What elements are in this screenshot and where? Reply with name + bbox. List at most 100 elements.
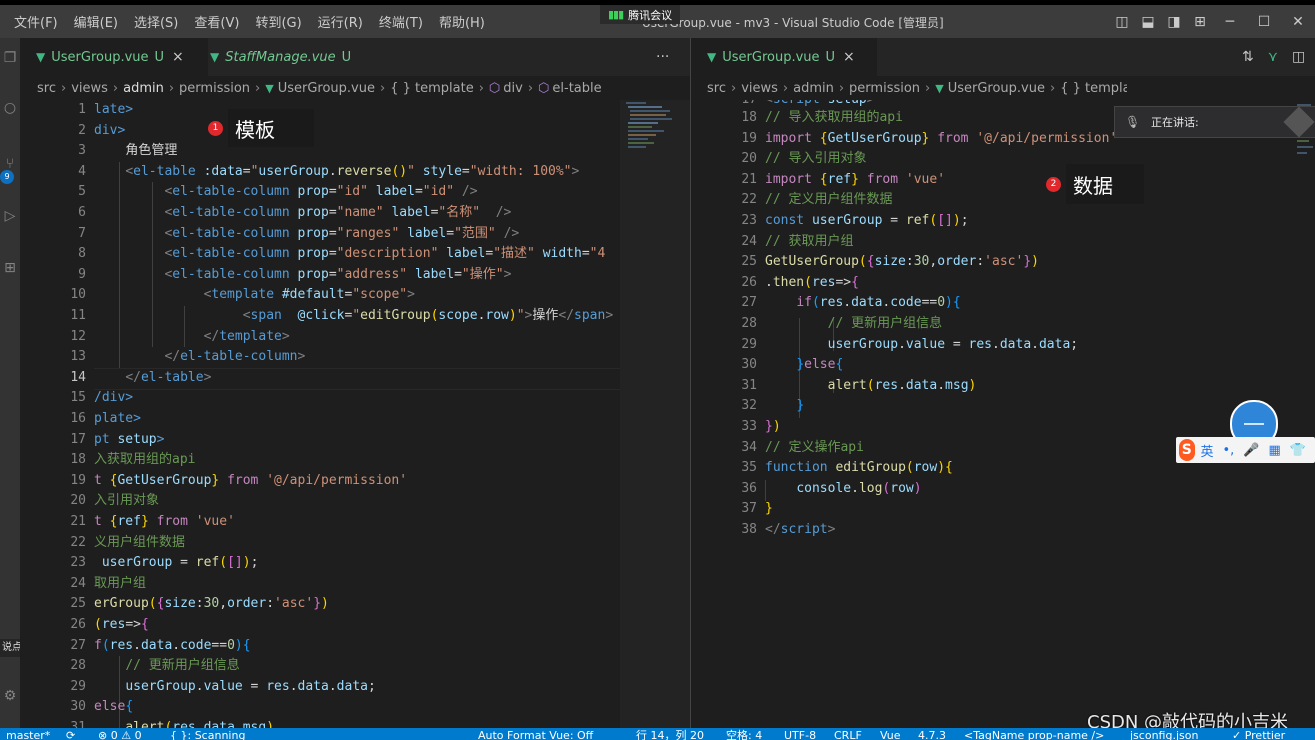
language-status[interactable]: { }: Scanning [170,730,245,740]
breadcrumb-item[interactable]: UserGroup.vue [948,81,1045,96]
breadcrumb-item[interactable]: src [37,81,56,96]
breadcrumb-item[interactable]: permission [849,81,920,96]
eol-status[interactable]: CRLF [834,730,862,740]
left-code-editor[interactable]: 1 late> 2 div> 3 角色管理 4 <el-table :data="u… [20,100,620,728]
vue-file-icon: ▼ [935,81,944,95]
breadcrumb-item[interactable]: admin [123,81,164,96]
element-icon: ⬡ [488,80,501,96]
close-tab-icon[interactable]: × [843,49,855,65]
indentation-status[interactable]: 空格: 4 [726,730,762,740]
compare-changes-icon[interactable]: ⇅ [1242,49,1254,65]
jsconfig-status[interactable]: jsconfig.json [1130,730,1198,740]
breadcrumb-item[interactable]: src [707,81,726,96]
explorer-icon[interactable]: ❐ [0,50,20,66]
toggle-secondary-sidebar-icon[interactable]: ◨ [1161,14,1187,30]
settings-gear-icon[interactable]: ⚙ [0,688,20,704]
tab-staffmanage[interactable]: ▼ StaffManage.vue U [192,38,390,76]
annotation-number: 1 [208,120,223,136]
vue-devtools-icon[interactable]: ⋎ [1268,49,1278,65]
menu-terminal[interactable]: 终端(T) [371,12,431,31]
language-mode[interactable]: Vue [880,730,901,740]
left-minimap[interactable] [624,100,680,160]
ime-keyboard-icon[interactable]: ▦ [1269,443,1281,458]
breadcrumb-item[interactable]: views [71,81,108,96]
breadcrumb-item[interactable]: views [741,81,778,96]
close-tab-icon[interactable]: × [172,49,184,65]
breadcrumb-item[interactable]: admin [793,81,834,96]
git-branch[interactable]: master* [6,730,50,740]
menu-help[interactable]: 帮助(H) [431,12,493,31]
right-editor-actions: ⇅ ⋎ ◫ [1242,38,1305,76]
more-actions-icon[interactable]: ··· [656,49,669,65]
left-breadcrumb: src › views › admin › permission › ▼ UserGrou… [20,76,637,100]
left-editor-actions: ··· [656,38,669,76]
annotation-label: 模板 [235,117,275,142]
encoding-status[interactable]: UTF-8 [784,730,816,740]
ime-language-toggle[interactable]: 英 [1201,441,1214,460]
signal-icon: ▮▮▮ [608,8,624,21]
window-title: UserGroup.vue - mv3 - Visual Studio Code… [642,16,944,30]
annotation-number: 2 [1046,176,1061,192]
sync-icon[interactable]: ⟳ [66,730,75,740]
vue-file-icon: ▼ [265,81,274,95]
ime-punctuation-toggle[interactable]: •, [1223,443,1235,458]
ime-toolbar[interactable]: S 英 •, 🎤 ▦ 👕 [1176,437,1315,463]
left-scrollbar-track[interactable] [620,100,690,728]
breadcrumb-item[interactable]: UserGroup.vue [278,81,375,96]
menu-run[interactable]: 运行(R) [310,12,371,31]
meeting-indicator[interactable]: ▮▮▮ 腾讯会议 [600,5,681,24]
title-bar: 文件(F) 编辑(E) 选择(S) 查看(V) 转到(G) 运行(R) 终端(T… [0,5,1315,38]
element-icon: ⬡ [538,80,550,96]
toggle-panel-icon[interactable]: ⬓ [1135,14,1161,30]
auto-format-status[interactable]: Auto Format Vue: Off [478,730,593,740]
voice-speaking-widget[interactable]: 🎙 正在讲话: [1114,106,1315,138]
source-control-badge: 9 [0,170,14,184]
prettier-status[interactable]: ✓ Prettier [1232,730,1285,740]
right-breadcrumb: src › views › admin › permission › ▼ UserGrou… [691,76,1127,100]
left-tab-bar: ▼ UserGroup.vue U × ▼ StaffManage.vue U [20,38,690,76]
window-controls: ◫ ⬓ ◨ ⊞ ─ ☐ ✕ [1109,5,1315,38]
speaking-label: 正在讲话: [1151,116,1199,129]
menu-go[interactable]: 转到(G) [247,12,309,31]
volar-version[interactable]: 4.7.3 [918,730,946,740]
microphone-icon: 🎙 [1125,115,1141,129]
toggle-sidebar-icon[interactable]: ◫ [1109,14,1135,30]
customize-layout-icon[interactable]: ⊞ [1187,14,1213,30]
annotation-data: 2 数据 [1046,164,1144,204]
widget-decoration [1283,106,1315,138]
search-icon[interactable]: ○ [0,100,20,116]
activity-bar: ❐ ○ ⑂ 9 ▷ ⊞ ⚙ [0,38,20,728]
vue-file-icon: ▼ [707,50,717,64]
menu-bar: 文件(F) 编辑(E) 选择(S) 查看(V) 转到(G) 运行(R) 终端(T… [6,5,493,38]
breadcrumb-item[interactable]: el-table [552,81,601,96]
source-control-icon[interactable]: ⑂ [0,156,20,172]
menu-edit[interactable]: 编辑(E) [66,12,126,31]
vue-file-icon: ▼ [210,50,220,64]
ime-skin-icon[interactable]: 👕 [1290,443,1306,458]
tag-name-casing[interactable]: <TagName prop-name /> [964,730,1104,740]
right-tab-bar: ▼ UserGroup.vue U × [691,38,1315,76]
ime-voice-icon[interactable]: 🎤 [1243,443,1259,458]
annotation-label: 数据 [1073,173,1113,198]
breadcrumb-item[interactable]: permission [179,81,250,96]
maximize-button[interactable]: ☐ [1247,14,1281,30]
run-debug-icon[interactable]: ▷ [0,208,20,224]
tab-usergroup-right[interactable]: ▼ UserGroup.vue U × [691,38,877,76]
close-window-button[interactable]: ✕ [1281,14,1315,30]
right-code-editor[interactable]: 17<script setup> 18// 导入获取用组的api 19impor… [691,100,1291,728]
minimize-button[interactable]: ─ [1213,14,1247,30]
sogou-logo-icon: S [1179,439,1195,461]
breadcrumb-item[interactable]: { } template [1060,81,1127,96]
menu-view[interactable]: 查看(V) [186,12,247,31]
split-editor-icon[interactable]: ◫ [1292,49,1305,65]
vue-file-icon: ▼ [36,50,46,64]
tab-usergroup-left[interactable]: ▼ UserGroup.vue U × [20,38,208,76]
menu-selection[interactable]: 选择(S) [126,12,186,31]
menu-file[interactable]: 文件(F) [6,12,66,31]
cursor-position[interactable]: 行 14，列 20 [636,730,704,740]
breadcrumb-item[interactable]: { } template [390,81,474,96]
extensions-icon[interactable]: ⊞ [0,260,20,276]
meeting-label: 腾讯会议 [628,8,673,22]
problems-indicator[interactable]: ⊗ 0 ⚠ 0 [98,730,142,740]
breadcrumb-item[interactable]: div [503,81,523,96]
